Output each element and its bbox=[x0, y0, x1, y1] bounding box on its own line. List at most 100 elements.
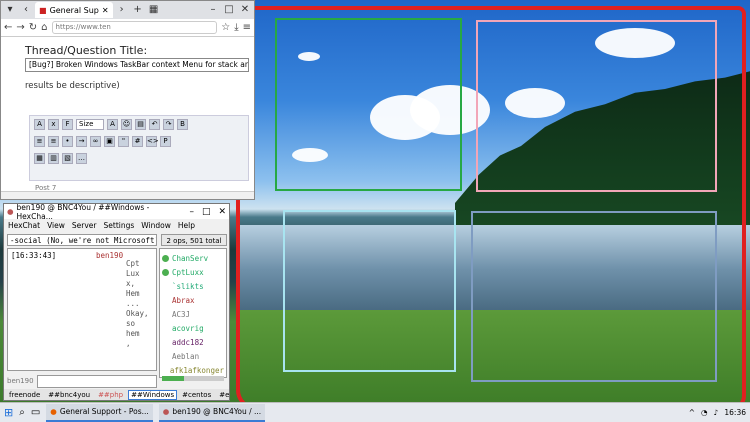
menu-window[interactable]: Window bbox=[141, 221, 171, 230]
user-list-item[interactable]: addc182 bbox=[162, 335, 224, 349]
url-bar[interactable]: https://www.ten bbox=[51, 21, 218, 34]
menu-server[interactable]: Server bbox=[72, 221, 97, 230]
tab-windows[interactable]: ##Windows bbox=[128, 390, 178, 400]
tab-freenode[interactable]: freenode bbox=[6, 390, 43, 400]
more-icon[interactable]: … bbox=[76, 153, 87, 164]
hint-text: results be descriptive) bbox=[25, 81, 120, 91]
log-timestamp: [16:33:43] bbox=[11, 251, 57, 260]
user-list-item[interactable]: CptLuxx bbox=[162, 265, 224, 279]
bold-icon[interactable]: B bbox=[177, 119, 188, 130]
indent-icon[interactable]: → bbox=[76, 136, 87, 147]
network-icon[interactable]: ◔ bbox=[701, 408, 708, 417]
tab-scroll-right-icon[interactable]: › bbox=[115, 3, 129, 17]
link-icon[interactable]: ∞ bbox=[90, 136, 101, 147]
tab-php[interactable]: ##php bbox=[95, 390, 126, 400]
op-status-icon bbox=[162, 268, 169, 276]
table-icon[interactable]: ▦ bbox=[34, 153, 45, 164]
minimize-icon[interactable]: – bbox=[206, 3, 220, 17]
hexchat-icon: ● bbox=[7, 207, 14, 216]
maximize-icon[interactable]: □ bbox=[202, 207, 211, 217]
tab-scroll-left-icon[interactable]: ‹ bbox=[19, 3, 33, 17]
home-icon[interactable]: ⌂ bbox=[41, 22, 47, 33]
menu-icon[interactable]: ≡ bbox=[243, 22, 251, 33]
lag-meter bbox=[162, 376, 224, 381]
close-window-icon[interactable]: ✕ bbox=[238, 3, 252, 17]
smiley-icon[interactable]: ☺ bbox=[121, 119, 132, 130]
taskbar: ⊞ ⌕ ▭ ● General Support - Pos... ● ben19… bbox=[0, 402, 750, 422]
menu-hexchat[interactable]: HexChat bbox=[8, 221, 40, 230]
hash-icon[interactable]: # bbox=[132, 136, 143, 147]
bookmark-star-icon[interactable]: ☆ bbox=[221, 22, 230, 33]
chat-log[interactable]: [16:33:43] ben190 Cpt Lux x, Hem ... Oka… bbox=[7, 248, 157, 371]
reload-icon[interactable]: ↻ bbox=[29, 22, 37, 33]
input-nick[interactable]: ben190 bbox=[7, 377, 34, 385]
thread-title-label: Thread/Question Title: bbox=[25, 44, 148, 57]
php-icon[interactable]: P bbox=[160, 136, 171, 147]
list-icon[interactable]: • bbox=[62, 136, 73, 147]
code-icon[interactable]: <> bbox=[146, 136, 159, 147]
user-list-item[interactable]: Aeblan bbox=[162, 349, 224, 363]
tab-centos[interactable]: #centos bbox=[179, 390, 214, 400]
spoiler-icon[interactable]: ▥ bbox=[48, 153, 59, 164]
thread-title-input[interactable]: [Bug?] Broken Windows TaskBar context Me… bbox=[25, 58, 249, 72]
user-name: AC3J bbox=[172, 309, 191, 319]
user-name: `slikts bbox=[172, 281, 204, 291]
menu-help[interactable]: Help bbox=[178, 221, 195, 230]
download-icon[interactable]: ⤓ bbox=[234, 22, 238, 33]
text-color-icon[interactable]: A bbox=[107, 119, 118, 130]
minimize-icon[interactable]: – bbox=[189, 207, 194, 217]
task-view-icon[interactable]: ▭ bbox=[31, 407, 40, 418]
user-list-item[interactable]: acovrig bbox=[162, 321, 224, 335]
close-window-icon[interactable]: ✕ bbox=[218, 207, 226, 217]
tab-title: General Sup bbox=[49, 5, 99, 15]
tray-chevron-icon[interactable]: ^ bbox=[689, 408, 695, 417]
user-list-item[interactable]: AC3J bbox=[162, 307, 224, 321]
menu-view[interactable]: View bbox=[47, 221, 65, 230]
grid-icon[interactable]: ▦ bbox=[147, 3, 161, 17]
forward-icon[interactable]: → bbox=[16, 22, 24, 33]
browser-tab-active[interactable]: ■ General Sup ✕ bbox=[35, 2, 113, 18]
attach-icon[interactable]: ▧ bbox=[62, 153, 73, 164]
tab-list-icon[interactable]: ▾ bbox=[3, 3, 17, 17]
image-icon[interactable]: ▣ bbox=[104, 136, 115, 147]
user-list-item[interactable]: afk1afkonger bbox=[162, 363, 224, 377]
back-icon[interactable]: ← bbox=[4, 22, 12, 33]
horizontal-scrollbar[interactable] bbox=[1, 191, 254, 199]
menu-settings[interactable]: Settings bbox=[104, 221, 135, 230]
quote-icon[interactable]: " bbox=[118, 136, 129, 147]
font-icon[interactable]: F bbox=[62, 119, 73, 130]
tab-bnc4you[interactable]: ##bnc4you bbox=[45, 390, 93, 400]
hexchat-title-bar: ● ben190 @ BNC4You / ##Windows - HexCha.… bbox=[4, 204, 229, 221]
user-list-item[interactable]: `slikts bbox=[162, 279, 224, 293]
tab-exim[interactable]: #exim bbox=[216, 390, 229, 400]
redo-icon[interactable]: ↷ bbox=[163, 119, 174, 130]
user-list-item[interactable]: ChanServ bbox=[162, 251, 224, 265]
user-name: addc182 bbox=[172, 337, 204, 347]
user-list[interactable]: ChanServ CptLuxx `slikts Abrax AC3J acov… bbox=[159, 248, 227, 378]
align-center-icon[interactable]: ≡ bbox=[48, 136, 59, 147]
format-icon[interactable]: A bbox=[34, 119, 45, 130]
clock[interactable]: 16:36 bbox=[724, 408, 746, 417]
new-tab-icon[interactable]: + bbox=[131, 3, 145, 17]
start-icon[interactable]: ⊞ bbox=[4, 406, 13, 419]
rich-text-editor-toolbar: A x F Size A ☺ ▤ ↶ ↷ B ≡ ≡ • → ∞ ▣ " # <… bbox=[29, 115, 249, 181]
volume-icon[interactable]: ♪ bbox=[714, 408, 719, 417]
remove-format-icon[interactable]: x bbox=[48, 119, 59, 130]
channel-topic[interactable]: -social (No, we're not Microsoft) bbox=[7, 234, 157, 246]
user-name: afk1afkonger bbox=[169, 365, 224, 375]
maximize-icon[interactable]: □ bbox=[222, 3, 236, 17]
clipboard-icon[interactable]: ▤ bbox=[135, 119, 146, 130]
undo-icon[interactable]: ↶ bbox=[149, 119, 160, 130]
user-name: ChanServ bbox=[172, 253, 209, 263]
search-icon[interactable]: ⌕ bbox=[19, 407, 25, 418]
hexchat-window: ● ben190 @ BNC4You / ##Windows - HexCha.… bbox=[3, 203, 230, 401]
firefox-icon: ● bbox=[50, 407, 57, 416]
message-input[interactable] bbox=[36, 374, 157, 388]
align-left-icon[interactable]: ≡ bbox=[34, 136, 45, 147]
user-name: Abrax bbox=[172, 295, 195, 305]
font-size-select[interactable]: Size bbox=[76, 119, 104, 130]
taskbar-item-hexchat[interactable]: ● ben190 @ BNC4You / ... bbox=[158, 403, 266, 422]
taskbar-item-browser[interactable]: ● General Support - Pos... bbox=[46, 403, 153, 422]
user-list-item[interactable]: Abrax bbox=[162, 293, 224, 307]
close-tab-icon[interactable]: ✕ bbox=[102, 6, 109, 15]
